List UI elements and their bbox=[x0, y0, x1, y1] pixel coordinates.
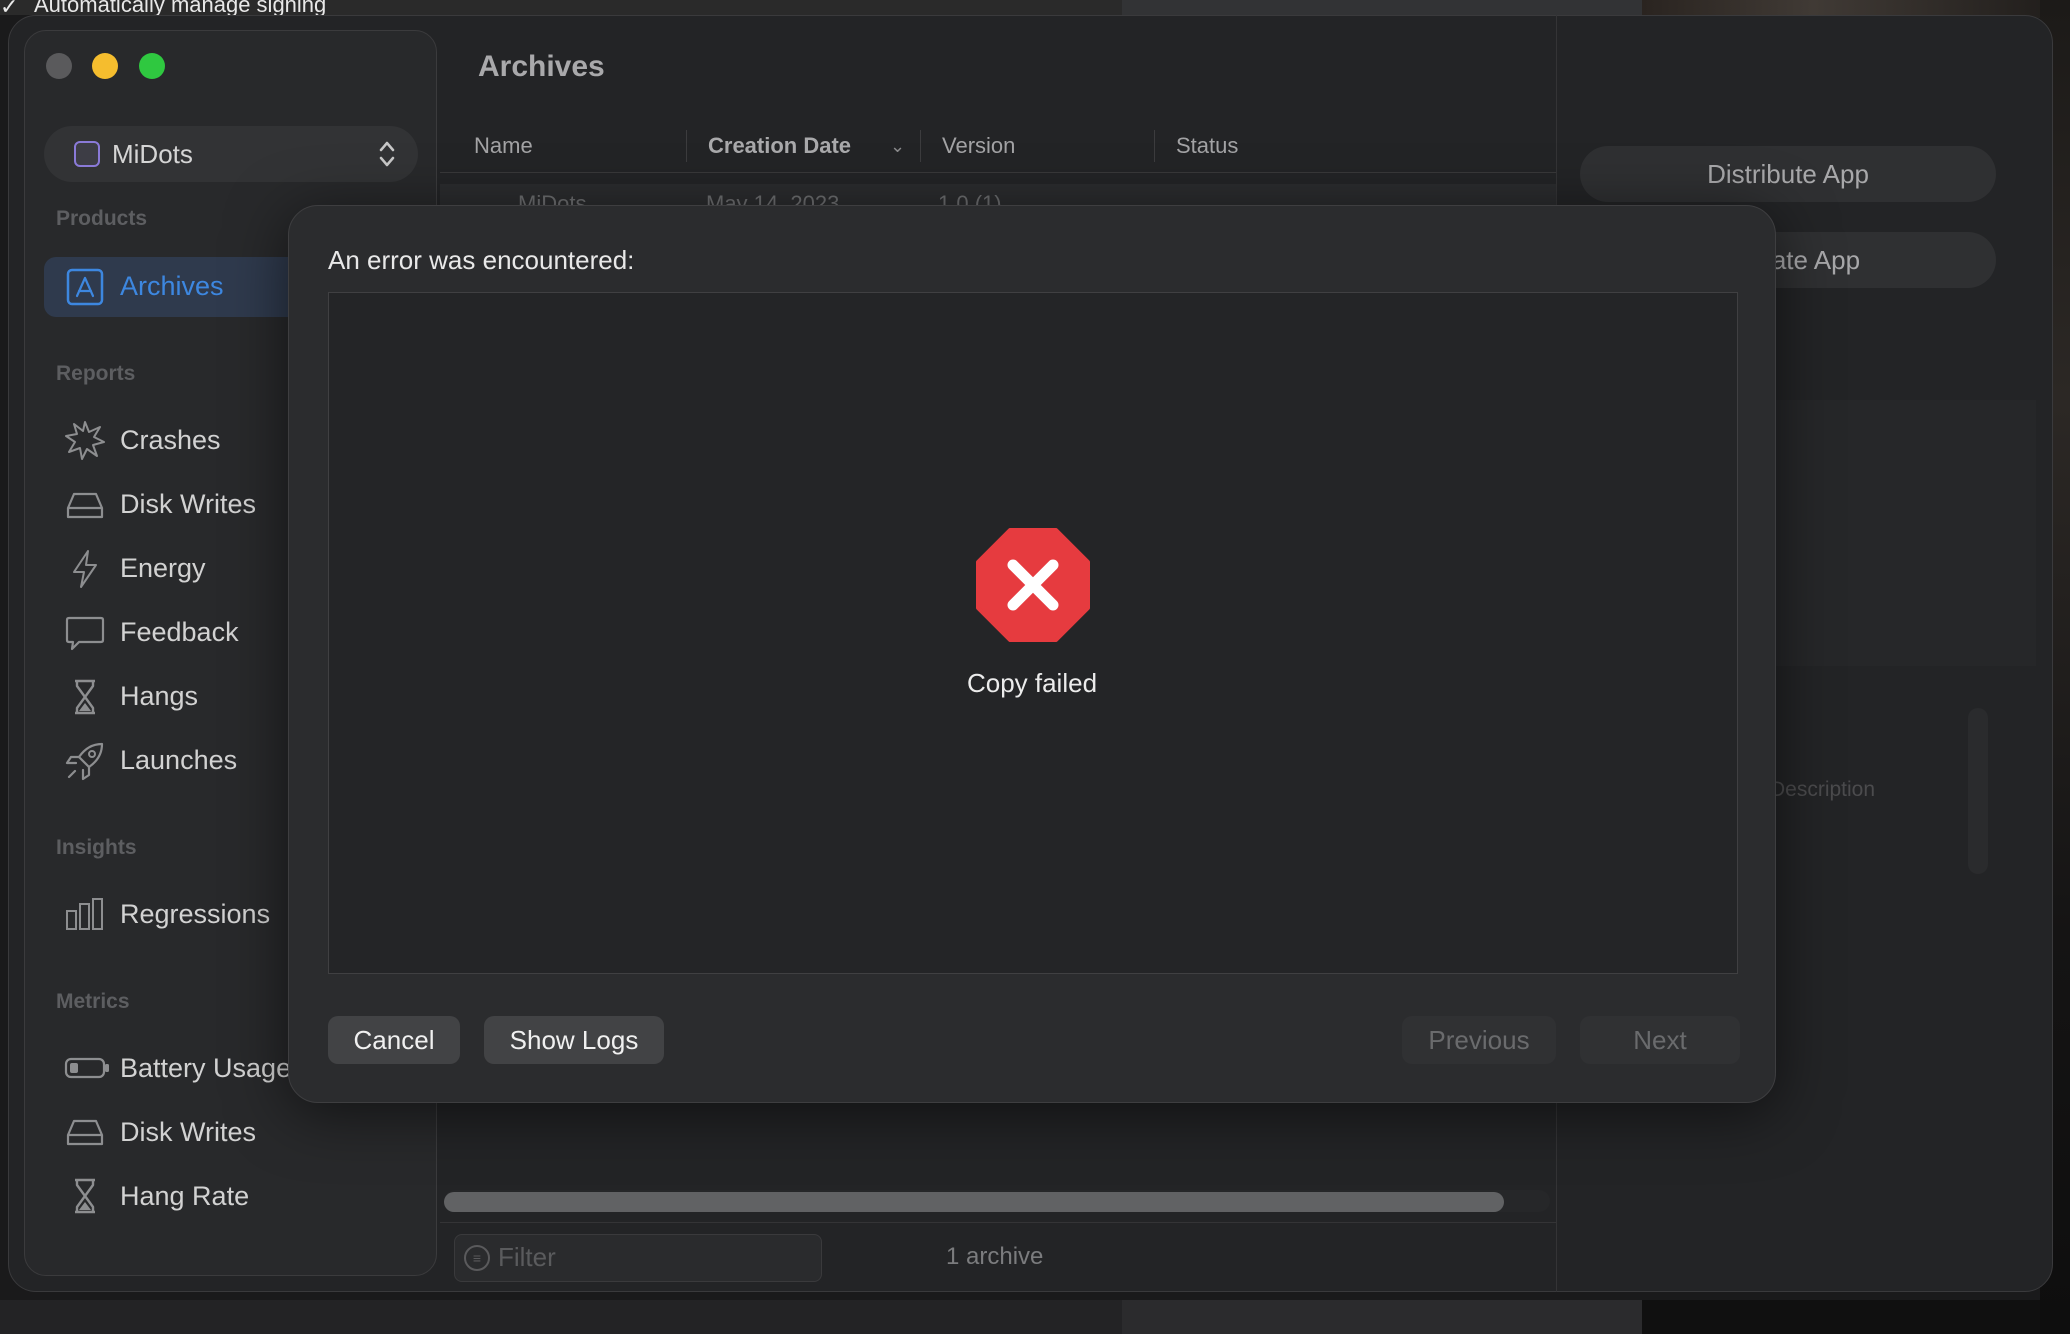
bolt-icon bbox=[64, 548, 106, 590]
bar-columns-icon bbox=[64, 893, 106, 935]
filter-icon: ≡ bbox=[464, 1245, 490, 1271]
hourglass-icon bbox=[64, 1175, 106, 1217]
scheme-selector-label: MiDots bbox=[112, 139, 193, 169]
section-header-reports: Reports bbox=[56, 362, 136, 385]
column-divider bbox=[686, 130, 687, 162]
crash-burst-icon bbox=[64, 419, 106, 461]
archive-box-icon bbox=[64, 266, 106, 308]
cancel-button[interactable]: Cancel bbox=[328, 1016, 460, 1064]
column-header-status[interactable]: Status bbox=[1176, 130, 1238, 162]
background-bottom-dark bbox=[1642, 1300, 2070, 1334]
page-title: Archives bbox=[478, 50, 605, 83]
column-divider bbox=[920, 130, 921, 162]
scheme-selector[interactable] bbox=[44, 126, 418, 182]
column-header-name[interactable]: Name bbox=[474, 130, 533, 162]
disk-drive-icon bbox=[64, 484, 106, 526]
section-header-insights: Insights bbox=[56, 836, 137, 859]
next-button[interactable]: Next bbox=[1580, 1016, 1740, 1064]
column-header-creation-date[interactable]: Creation Date bbox=[708, 130, 851, 162]
sidebar-item-label: Archives bbox=[120, 271, 224, 301]
sidebar-item-feedback[interactable]: Feedback bbox=[120, 614, 239, 650]
section-header-products: Products bbox=[56, 207, 148, 230]
close-window-button[interactable] bbox=[46, 53, 72, 79]
column-header-version[interactable]: Version bbox=[942, 130, 1015, 162]
battery-icon bbox=[64, 1047, 109, 1089]
signing-checkbox[interactable]: ✓ bbox=[0, 0, 22, 18]
sidebar-item-disk-writes[interactable]: Disk Writes bbox=[120, 486, 256, 522]
sidebar-item-launches[interactable]: Launches bbox=[120, 742, 237, 778]
sidebar-item-battery-usage[interactable]: Battery Usage bbox=[120, 1050, 291, 1086]
distribute-app-button[interactable]: Distribute App bbox=[1580, 146, 1996, 202]
background-bottom-strip bbox=[1122, 1300, 1642, 1334]
error-stop-icon bbox=[976, 528, 1090, 642]
hourglass-icon bbox=[64, 676, 106, 718]
table-header-divider bbox=[440, 172, 1556, 173]
sidebar-item-hangs[interactable]: Hangs bbox=[120, 678, 198, 714]
chevron-updown-icon bbox=[376, 137, 398, 171]
footer-divider bbox=[440, 1222, 1556, 1223]
previous-button[interactable]: Previous bbox=[1402, 1016, 1556, 1064]
inspector-scrollbar[interactable] bbox=[1968, 708, 1988, 874]
section-header-metrics: Metrics bbox=[56, 990, 130, 1013]
app-icon bbox=[74, 141, 100, 167]
rocket-icon bbox=[64, 740, 106, 782]
sidebar-item-metrics-disk-writes[interactable]: Disk Writes bbox=[120, 1114, 256, 1150]
sidebar-item-crashes[interactable]: Crashes bbox=[120, 422, 221, 458]
archive-count: 1 archive bbox=[946, 1243, 1044, 1270]
sidebar-item-regressions[interactable]: Regressions bbox=[120, 896, 270, 932]
screen: ✓ Automatically manage signing MiDots Pr… bbox=[0, 0, 2070, 1334]
inspector-details bbox=[1736, 400, 2036, 666]
show-logs-button[interactable]: Show Logs bbox=[484, 1016, 664, 1064]
sidebar-item-energy[interactable]: Energy bbox=[120, 550, 206, 586]
speech-bubble-icon bbox=[64, 612, 106, 654]
inspector-description-label: Description bbox=[1770, 778, 1876, 801]
column-divider bbox=[1154, 130, 1155, 162]
horizontal-scrollbar-thumb[interactable] bbox=[444, 1192, 1504, 1212]
sheet-title: An error was encountered: bbox=[328, 245, 635, 275]
sidebar-item-hang-rate[interactable]: Hang Rate bbox=[120, 1178, 249, 1214]
minimize-window-button[interactable] bbox=[92, 53, 118, 79]
background-bottom-bar bbox=[0, 1300, 1122, 1334]
sort-chevron-icon: ⌄ bbox=[890, 136, 906, 156]
disk-drive-icon bbox=[64, 1111, 106, 1153]
error-message: Copy failed bbox=[966, 668, 1098, 698]
background-top-strip bbox=[1122, 0, 1642, 15]
filter-placeholder: Filter bbox=[498, 1242, 556, 1272]
maximize-window-button[interactable] bbox=[139, 53, 165, 79]
